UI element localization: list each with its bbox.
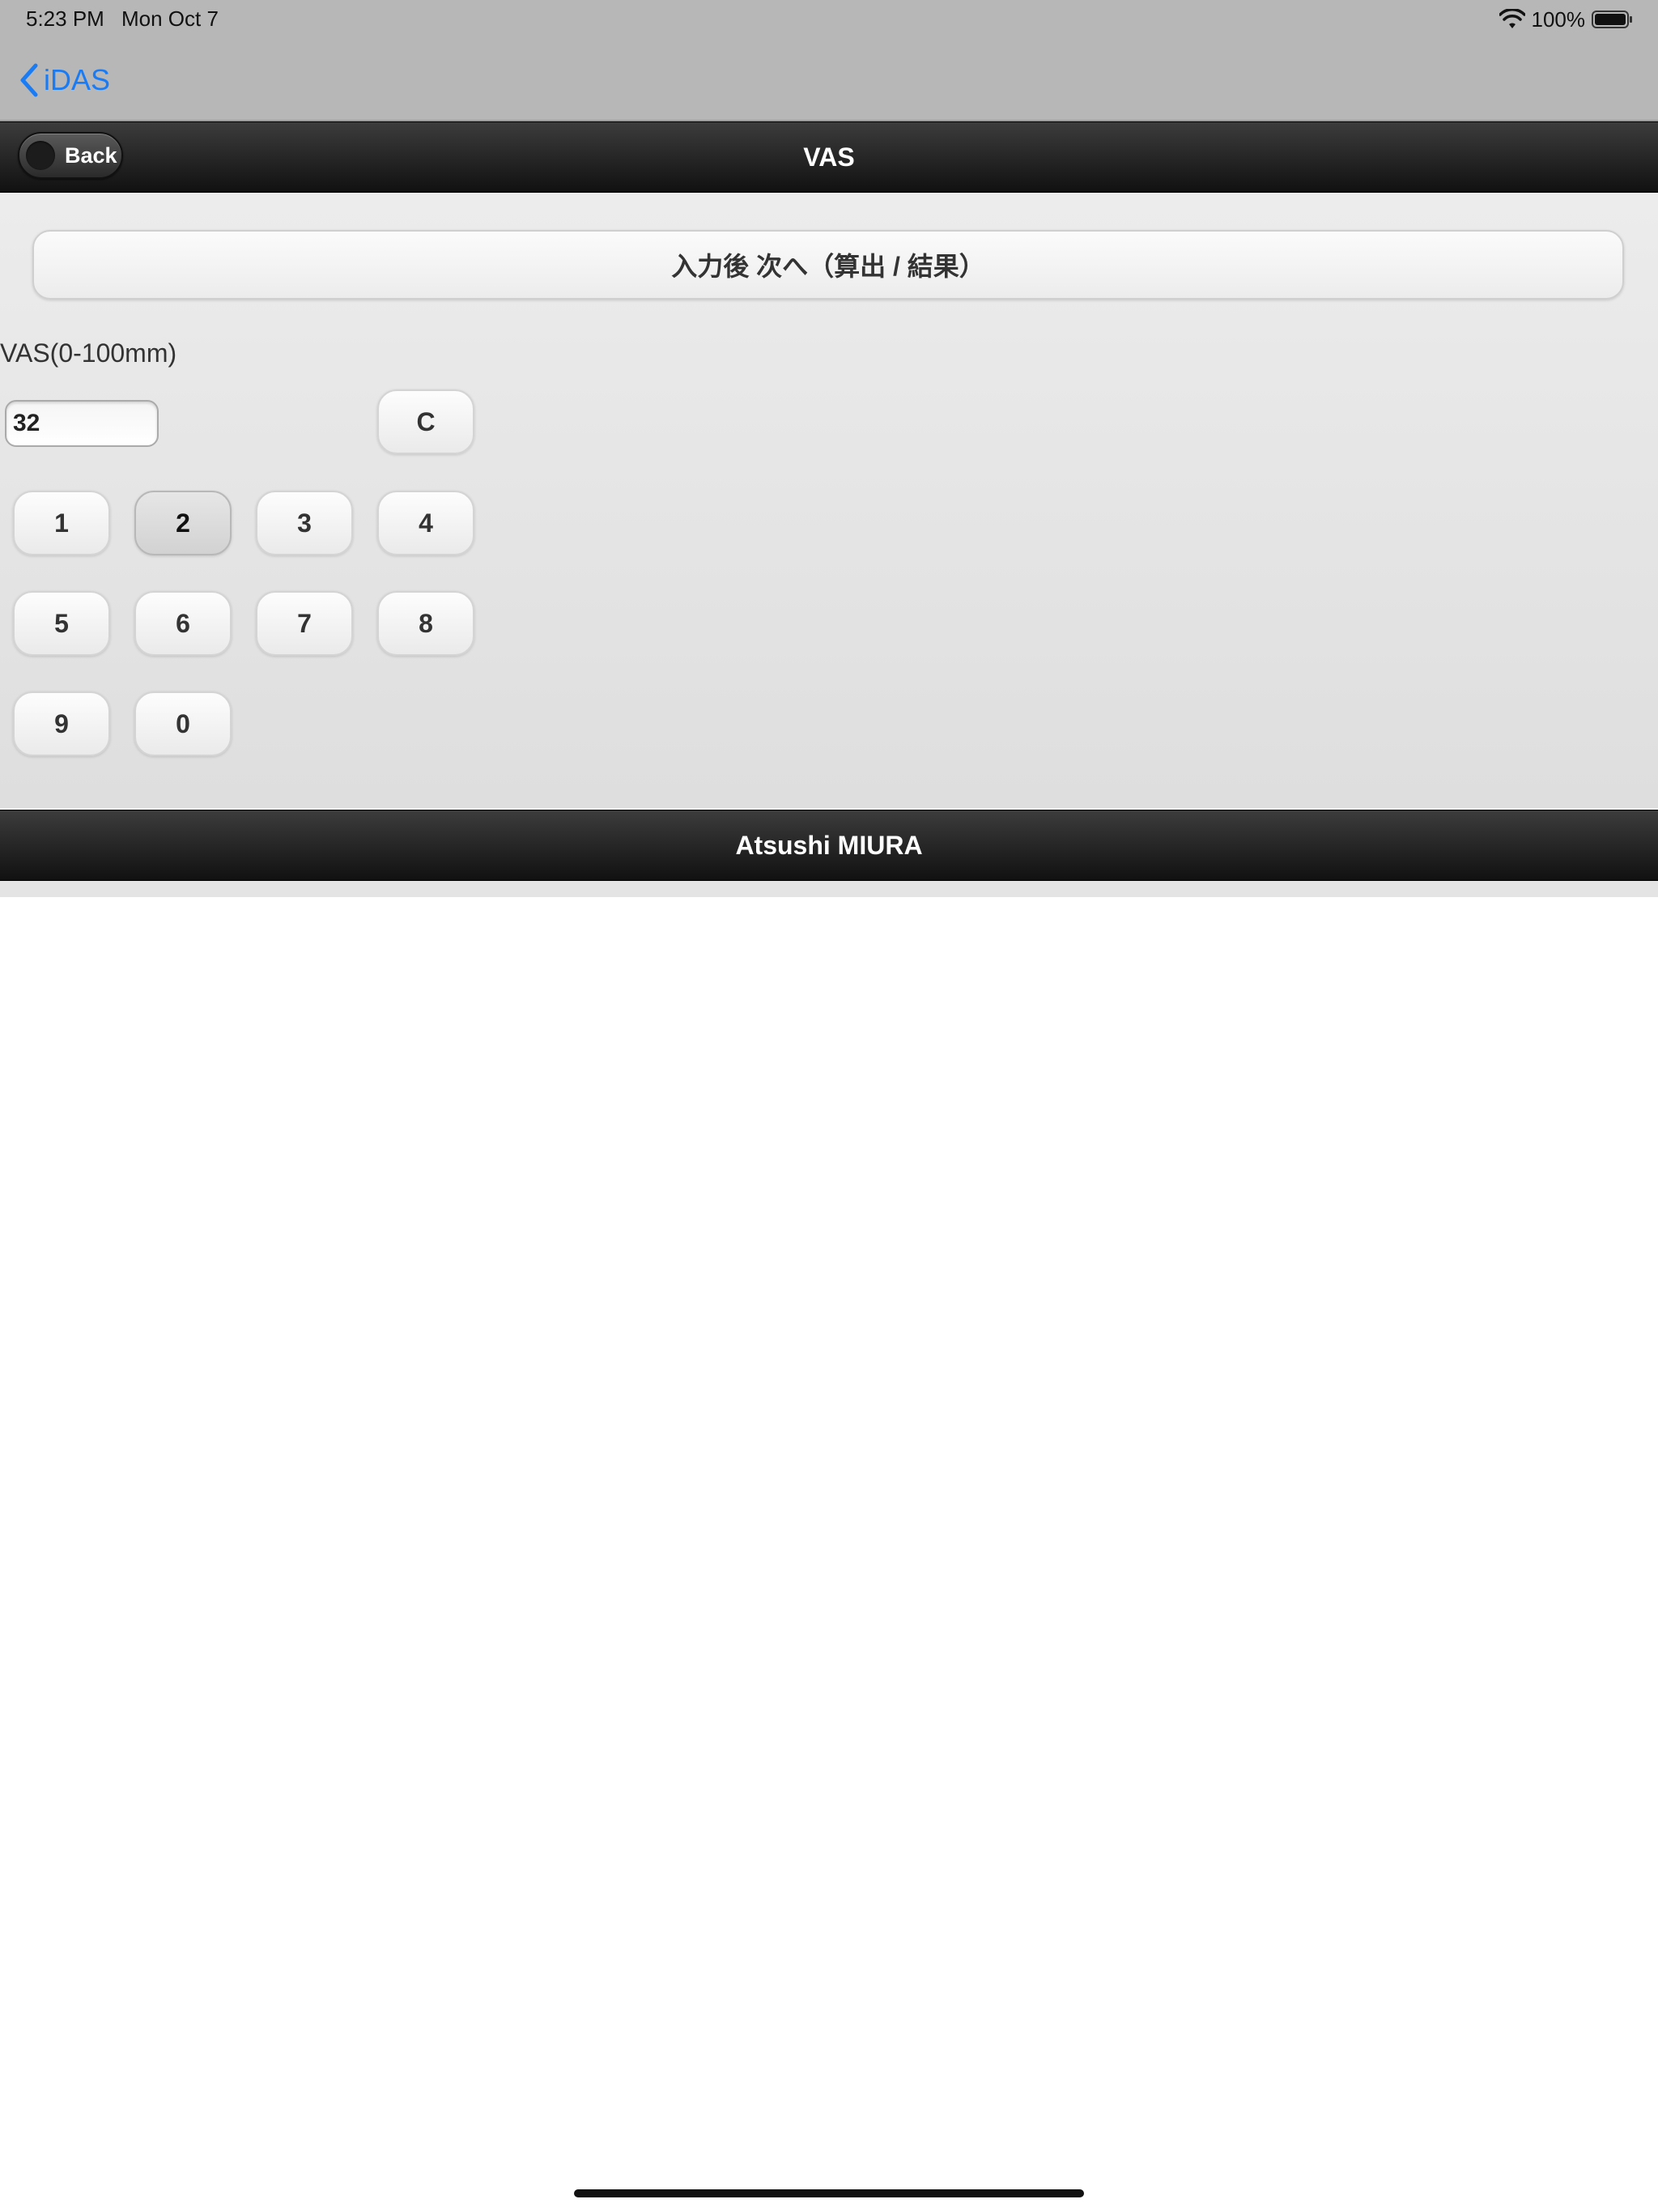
status-time: 5:23 PM bbox=[26, 6, 104, 31]
ios-status-and-nav: 5:23 PM Mon Oct 7 100% iDAS bbox=[0, 0, 1658, 121]
ios-back-label: iDAS bbox=[44, 63, 111, 96]
back-button-label: Back bbox=[65, 143, 117, 168]
back-button-icon bbox=[26, 141, 55, 170]
vas-value-input[interactable] bbox=[5, 400, 159, 447]
app-footer: Atsushi MIURA bbox=[0, 810, 1658, 881]
key-3[interactable]: 3 bbox=[256, 491, 353, 555]
chevron-left-icon bbox=[20, 63, 38, 97]
key-7[interactable]: 7 bbox=[256, 591, 353, 656]
footer-divider bbox=[0, 881, 1658, 897]
status-date: Mon Oct 7 bbox=[121, 6, 219, 31]
key-0[interactable]: 0 bbox=[134, 691, 232, 756]
home-indicator[interactable] bbox=[574, 2189, 1084, 2197]
key-1[interactable]: 1 bbox=[13, 491, 110, 555]
battery-icon bbox=[1592, 10, 1634, 29]
wifi-icon bbox=[1498, 8, 1526, 30]
key-5[interactable]: 5 bbox=[13, 591, 110, 656]
key-8[interactable]: 8 bbox=[377, 591, 474, 656]
key-4[interactable]: 4 bbox=[377, 491, 474, 555]
back-button[interactable]: Back bbox=[18, 132, 123, 179]
app-header: VAS Back bbox=[0, 121, 1658, 193]
main-content: 入力後 次へ（算出 / 結果） VAS(0-100mm) C 1 2 3 4 5… bbox=[0, 193, 1658, 808]
vas-field-label: VAS(0-100mm) bbox=[0, 338, 177, 368]
key-9[interactable]: 9 bbox=[13, 691, 110, 756]
ios-back-link[interactable]: iDAS bbox=[18, 60, 110, 100]
status-indicators: 100% bbox=[1498, 6, 1635, 32]
page-title: VAS bbox=[803, 143, 855, 172]
battery-percent: 100% bbox=[1531, 6, 1586, 32]
key-clear[interactable]: C bbox=[377, 389, 474, 454]
key-2[interactable]: 2 bbox=[134, 491, 232, 555]
next-calculate-button[interactable]: 入力後 次へ（算出 / 結果） bbox=[32, 230, 1624, 300]
key-6[interactable]: 6 bbox=[134, 591, 232, 656]
